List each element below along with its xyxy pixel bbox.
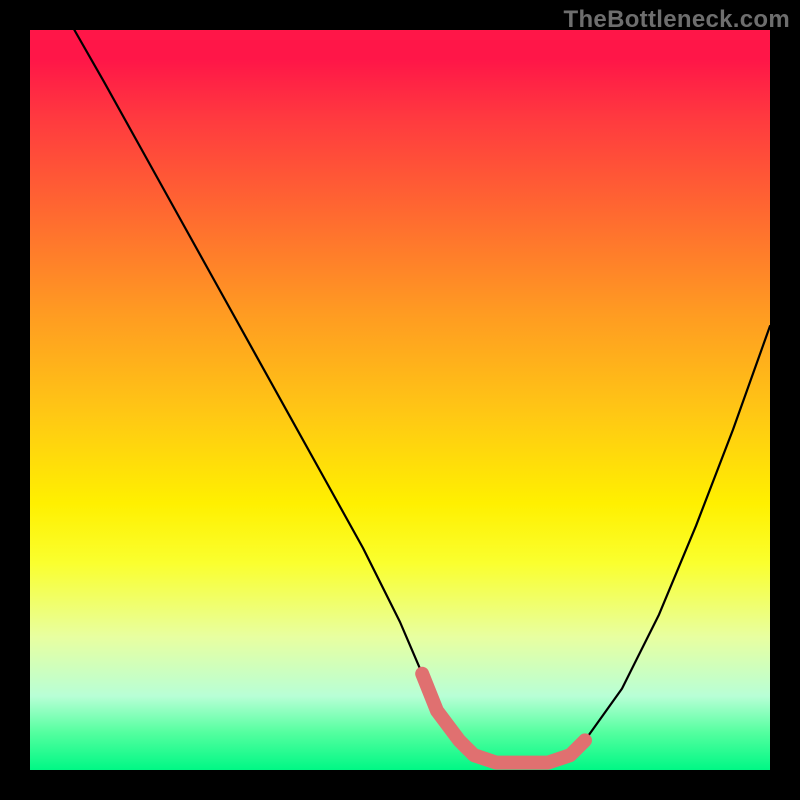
chart-container: TheBottleneck.com	[0, 0, 800, 800]
optimal-range-marker	[422, 674, 585, 763]
plot-area	[30, 30, 770, 770]
curve-svg	[30, 30, 770, 770]
bottleneck-curve	[74, 30, 770, 763]
